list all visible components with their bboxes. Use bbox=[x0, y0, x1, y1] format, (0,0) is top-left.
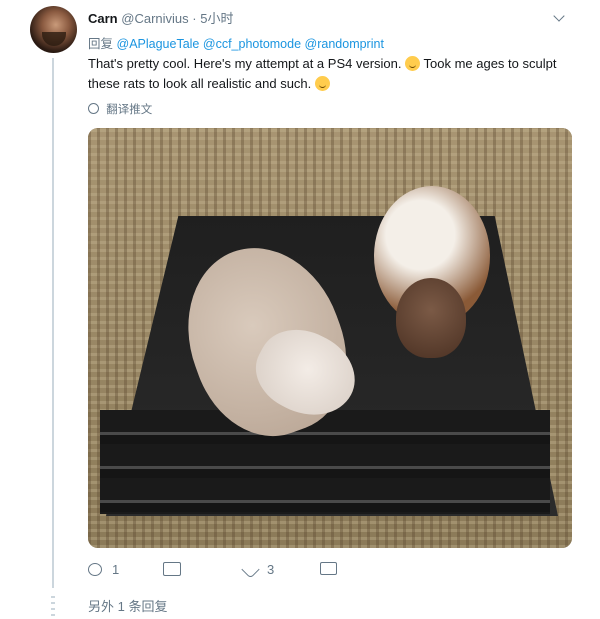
reply-context: 回复 @APlagueTale @ccf_photomode @randompr… bbox=[88, 33, 384, 52]
ps4-console-front bbox=[100, 410, 550, 514]
mention-link[interactable]: @APlagueTale bbox=[117, 37, 200, 51]
reply-prefix: 回复 bbox=[88, 37, 114, 51]
tweet-text-part: That's pretty cool. Here's my attempt at… bbox=[88, 56, 402, 71]
mention-link[interactable]: @randomprint bbox=[305, 37, 384, 51]
rat-right-head bbox=[396, 278, 466, 358]
reply-count: 1 bbox=[112, 562, 120, 577]
reply-icon bbox=[88, 563, 102, 576]
tweet-photo[interactable] bbox=[88, 128, 572, 548]
smile-emoji-icon bbox=[405, 56, 421, 71]
timestamp[interactable]: · 5小时 bbox=[192, 11, 233, 26]
tweet-header: Carn @Carnivius · 5小时 bbox=[88, 8, 233, 27]
reply-button[interactable]: 1 bbox=[88, 562, 119, 577]
translate-label: 翻译推文 bbox=[106, 104, 153, 116]
tweet-actions: 1 3 bbox=[88, 560, 348, 582]
avatar[interactable] bbox=[30, 6, 77, 53]
display-name[interactable]: Carn bbox=[88, 11, 118, 26]
mention-link[interactable]: @ccf_photomode bbox=[203, 37, 301, 51]
smile-emoji-icon bbox=[314, 76, 330, 91]
timestamp-value: 5小时 bbox=[200, 11, 234, 26]
retweet-button[interactable] bbox=[163, 562, 191, 576]
like-count: 3 bbox=[267, 562, 275, 577]
thread-dots bbox=[51, 596, 55, 616]
retweet-icon bbox=[163, 562, 181, 576]
dm-icon bbox=[320, 562, 337, 575]
translate-tweet-link[interactable]: 翻译推文 bbox=[88, 101, 152, 117]
user-handle[interactable]: @Carnivius bbox=[121, 11, 188, 26]
like-icon bbox=[241, 560, 260, 579]
more-replies-link[interactable]: 另外 1 条回复 bbox=[88, 596, 167, 615]
thread-line bbox=[52, 58, 54, 588]
tweet-text: That's pretty cool. Here's my attempt at… bbox=[88, 54, 558, 94]
chevron-down-icon[interactable] bbox=[553, 10, 565, 22]
globe-icon bbox=[88, 103, 99, 114]
like-button[interactable]: 3 bbox=[241, 560, 275, 579]
dm-button[interactable] bbox=[320, 562, 337, 575]
